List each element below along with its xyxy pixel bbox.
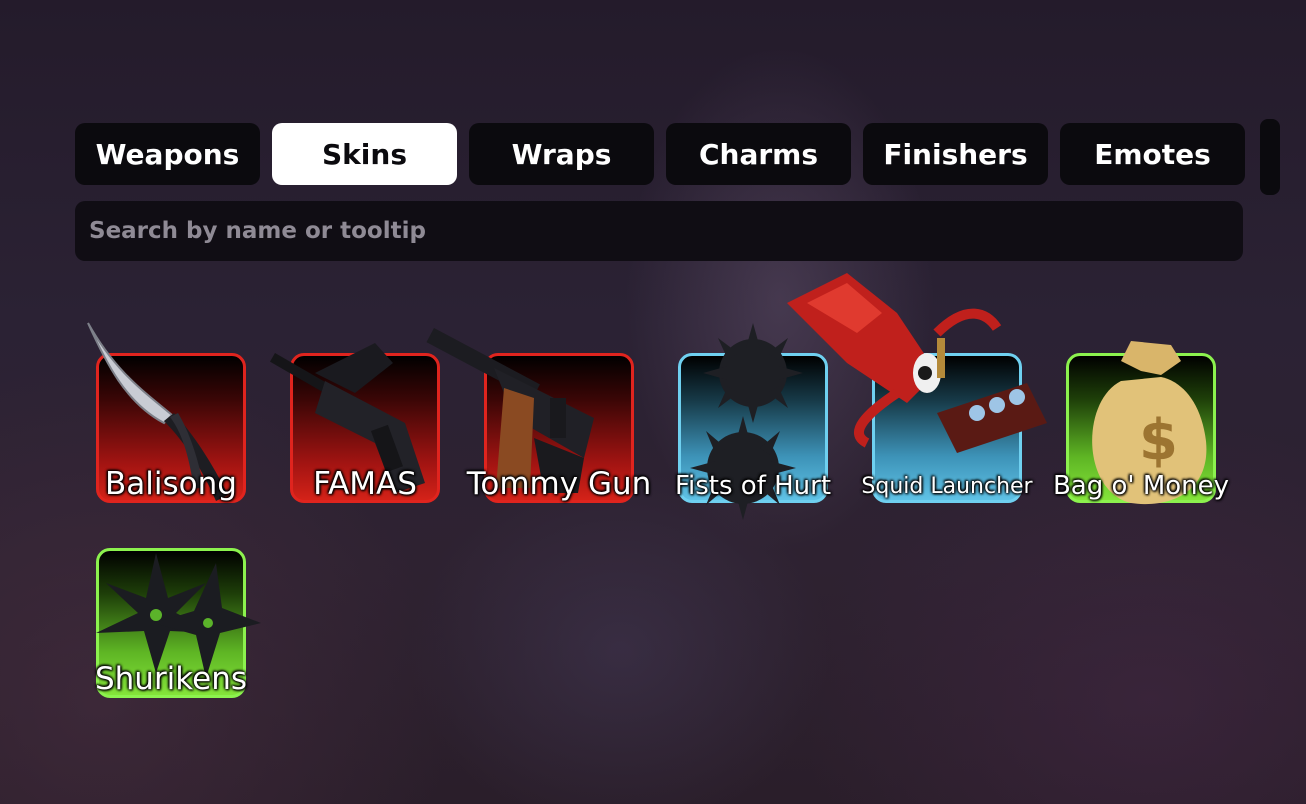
tab-charms[interactable]: Charms [666,123,851,185]
item-bag-o-money[interactable]: $ Bag o' Money [1053,341,1229,505]
svg-text:$: $ [1139,408,1178,473]
item-label: Shurikens [94,661,248,697]
tab-skins[interactable]: Skins [272,123,457,185]
search-input[interactable]: Search by name or tooltip [75,201,1243,261]
item-famas[interactable]: FAMAS [270,343,440,503]
item-balisong[interactable]: Balisong [87,322,246,503]
item-tommy-gun[interactable]: Tommy Gun [426,328,651,503]
tabs-scroll-edge[interactable] [1260,119,1280,195]
item-label: Bag o' Money [1052,471,1230,501]
tab-wraps[interactable]: Wraps [469,123,654,185]
category-tabs: Weapons Skins Wraps Charms Finishers Emo… [75,123,1245,185]
tab-finishers[interactable]: Finishers [863,123,1048,185]
item-shurikens[interactable]: Shurikens [95,548,261,698]
item-squid-launcher[interactable]: Squid Launcher [787,273,1047,503]
tab-emotes[interactable]: Emotes [1060,123,1245,185]
squid-launcher-icon [787,273,1047,453]
tab-weapons[interactable]: Weapons [75,123,260,185]
